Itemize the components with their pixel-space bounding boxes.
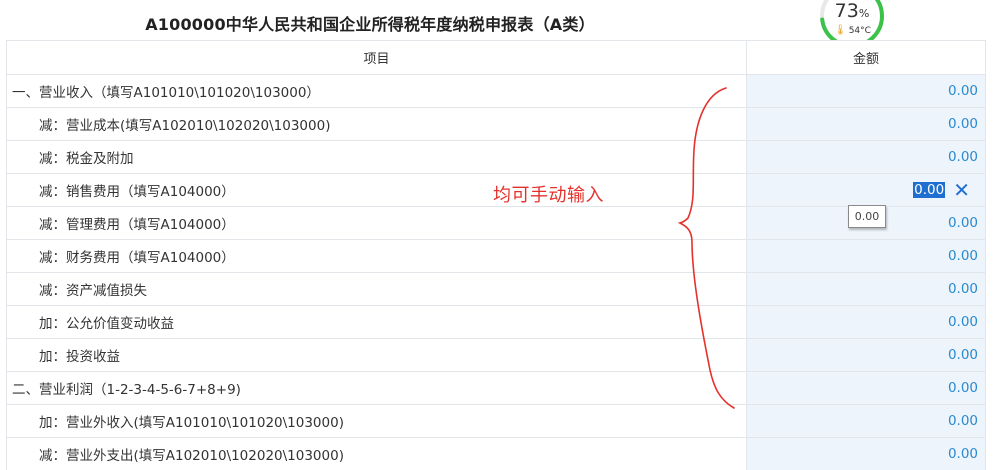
row-label: 一、营业收入（填写A101010\101020\103000） [7,75,747,107]
table-header: 项目 金额 [7,40,985,74]
amount-field[interactable]: 0.00 [747,372,985,404]
header-amount: 金额 [747,41,985,74]
table-row: 减：营业成本(填写A102010\102020\103000) 0.00 [7,107,985,140]
header-item: 项目 [7,41,747,74]
row-label: 二、营业利润（1-2-3-4-5-6-7+8+9) [7,372,747,404]
amount-field[interactable]: 0.00 [747,141,985,173]
row-label: 加：营业外收入(填写A101010\101020\103000) [7,405,747,437]
amount-field[interactable]: 0.00 [747,108,985,140]
close-icon[interactable]: ✕ [953,180,970,200]
row-label: 减：财务费用（填写A104000） [7,240,747,272]
amount-field[interactable]: 0.00 [747,405,985,437]
tax-return-table: 项目 金额 一、营业收入（填写A101010\101020\103000） 0.… [6,40,986,470]
annotation-text: 均可手动输入 [493,185,604,206]
table-row: 减：管理费用（填写A104000） 0.00 [7,206,985,239]
temperature-value: 54°C [848,26,871,36]
row-label: 加：公允价值变动收益 [7,306,747,338]
thermometer-icon: 🌡 [834,25,847,36]
amount-field[interactable]: 0.00 [747,438,985,470]
table-row: 减：营业外支出(填写A102010\102020\103000) 0.00 [7,437,985,470]
amount-field[interactable]: 0.00 [747,306,985,338]
row-label: 减：营业成本(填写A102010\102020\103000) [7,108,747,140]
amount-field[interactable]: 0.00 [747,339,985,371]
usage-percent-value: 73 [834,0,859,22]
red-brace-annotation [677,87,735,409]
row-label: 减：管理费用（填写A104000） [7,207,747,239]
amount-field[interactable]: 0.00 [747,273,985,305]
table-row: 加：公允价值变动收益 0.00 [7,305,985,338]
title-bar: A100000中华人民共和国企业所得税年度纳税申报表（A类） 73% 🌡 54°C [0,0,997,48]
amount-field[interactable]: 0.00 [747,75,985,107]
usage-percent-unit: % [858,7,870,20]
table-row: 减：资产减值损失 0.00 [7,272,985,305]
value-tooltip: 0.00 [848,205,886,228]
amount-field-editing[interactable]: 0.00 ✕ [747,174,985,206]
row-label: 减：营业外支出(填写A102010\102020\103000) [7,438,747,470]
row-label: 减：资产减值损失 [7,273,747,305]
amount-field[interactable]: 0.00 [747,240,985,272]
table-row: 加：营业外收入(填写A101010\101020\103000) 0.00 [7,404,985,437]
table-row: 减：财务费用（填写A104000） 0.00 [7,239,985,272]
page-title: A100000中华人民共和国企业所得税年度纳税申报表（A类） [145,15,595,34]
temperature-readout: 🌡 54°C [834,25,871,36]
table-row: 一、营业收入（填写A101010\101020\103000） 0.00 [7,74,985,107]
row-label: 加：投资收益 [7,339,747,371]
usage-percent: 73% [818,0,886,22]
row-label: 减：税金及附加 [7,141,747,173]
amount-input-selected[interactable]: 0.00 [913,182,946,198]
table-row: 二、营业利润（1-2-3-4-5-6-7+8+9) 0.00 [7,371,985,404]
row-label: 减：销售费用（填写A104000） [7,174,747,206]
table-row: 加：投资收益 0.00 [7,338,985,371]
table-row: 减：税金及附加 0.00 [7,140,985,173]
